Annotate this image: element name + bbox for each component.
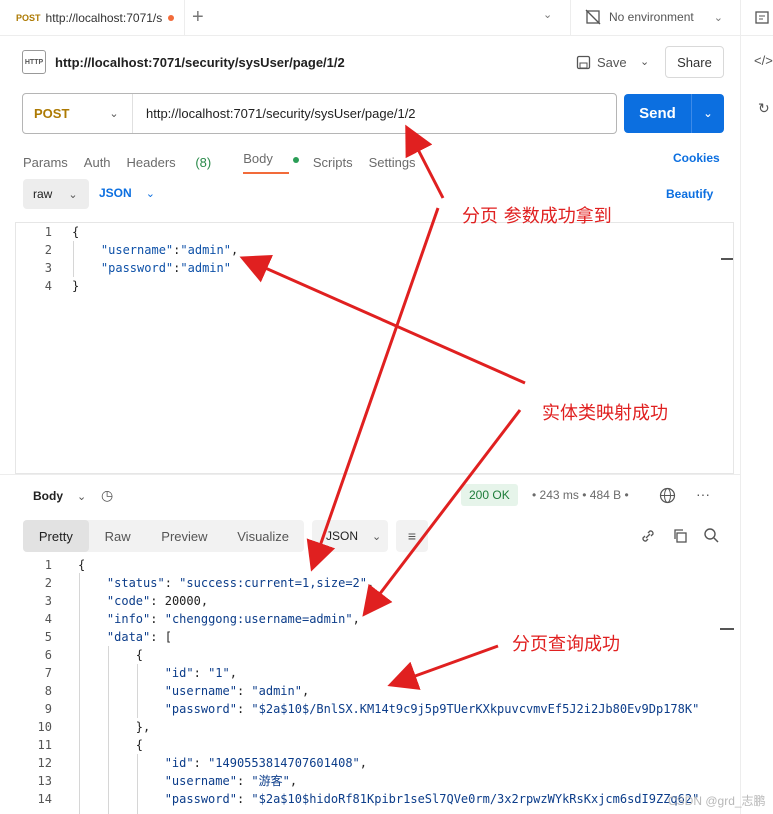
annotation-entity-mapping: 实体类映射成功 bbox=[542, 403, 668, 424]
annotation-page-query: 分页查询成功 bbox=[512, 634, 620, 655]
annotation-page-params: 分页 参数成功拿到 bbox=[462, 206, 612, 227]
watermark: CSDN @grd_志鹏 bbox=[668, 794, 766, 808]
